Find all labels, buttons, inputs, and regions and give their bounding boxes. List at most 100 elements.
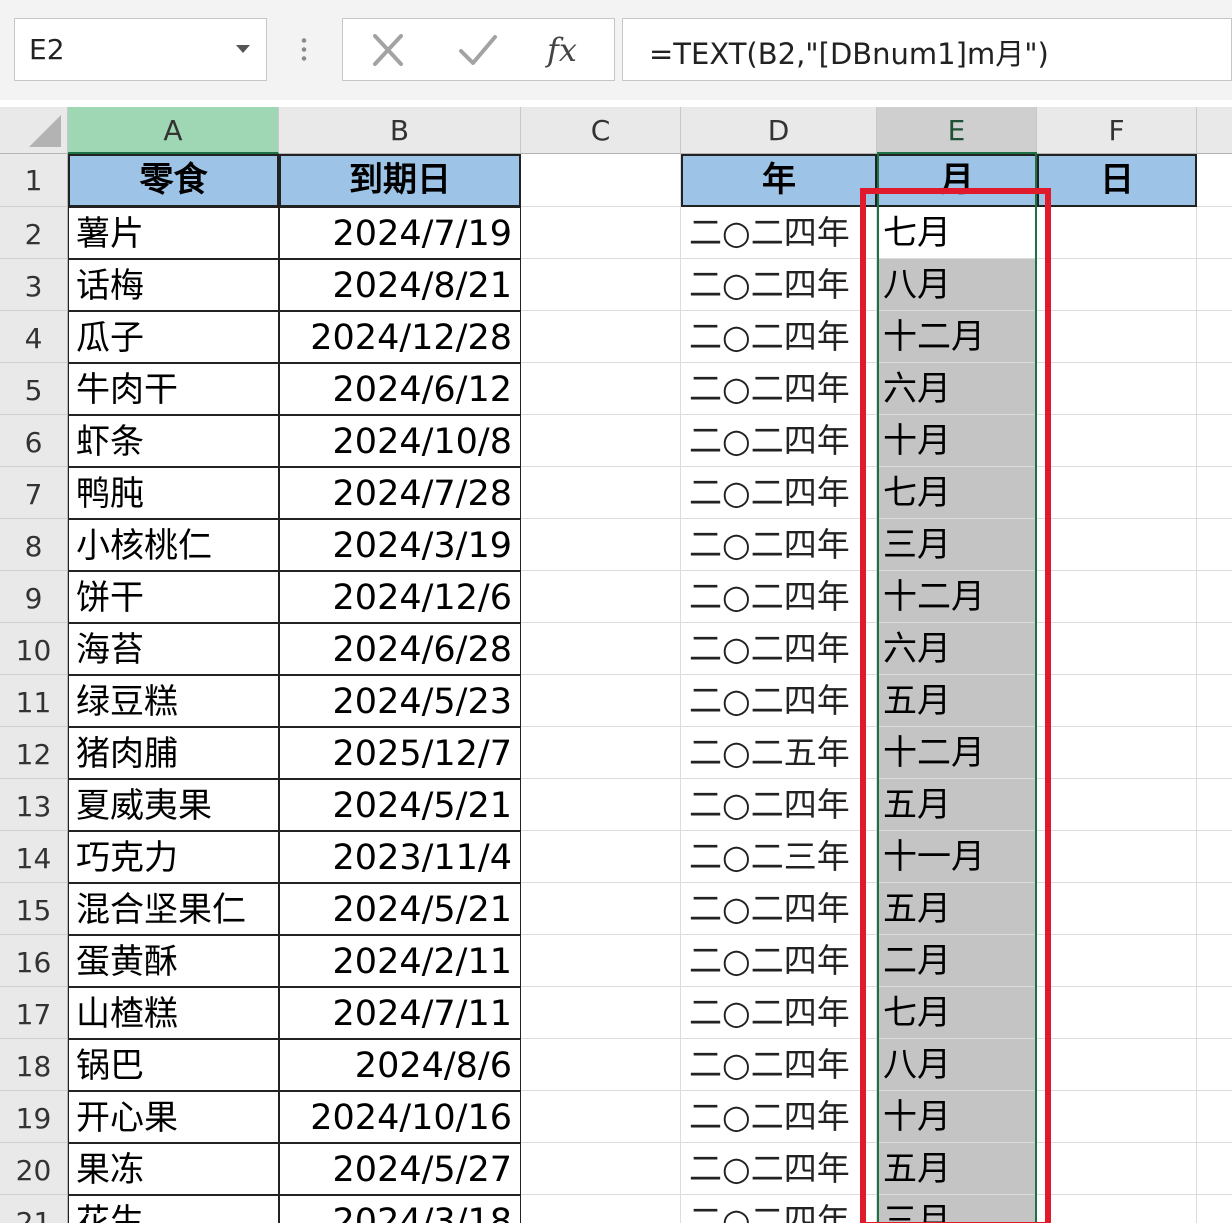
- month-cell[interactable]: 五月: [877, 883, 1037, 935]
- cell-g[interactable]: [1197, 883, 1232, 935]
- row-header[interactable]: 14: [0, 831, 68, 883]
- row-header[interactable]: 10: [0, 623, 68, 675]
- month-cell[interactable]: 十月: [877, 415, 1037, 467]
- row-header[interactable]: 1: [0, 154, 68, 207]
- cell-g[interactable]: [1197, 363, 1232, 415]
- month-cell[interactable]: 七月: [877, 987, 1037, 1039]
- header-cell-e[interactable]: 月: [877, 154, 1037, 207]
- year-cell[interactable]: 二○二四年: [681, 363, 877, 415]
- cell-c[interactable]: [521, 727, 681, 779]
- formula-input[interactable]: =TEXT(B2,"[DBnum1]m月"): [622, 18, 1232, 81]
- cell-f[interactable]: [1037, 623, 1197, 675]
- year-cell[interactable]: 二○二四年: [681, 623, 877, 675]
- row-header[interactable]: 13: [0, 779, 68, 831]
- cell-f[interactable]: [1037, 831, 1197, 883]
- date-cell[interactable]: 2024/2/11: [279, 935, 521, 987]
- cell-c[interactable]: [521, 1091, 681, 1143]
- column-header-a[interactable]: A: [68, 107, 279, 154]
- cell-g[interactable]: [1197, 1143, 1232, 1195]
- month-cell[interactable]: 五月: [877, 675, 1037, 727]
- snack-cell[interactable]: 鸭肫: [68, 467, 279, 519]
- cell-c[interactable]: [521, 675, 681, 727]
- cell-f[interactable]: [1037, 519, 1197, 571]
- snack-cell[interactable]: 夏威夷果: [68, 779, 279, 831]
- cell-c[interactable]: [521, 311, 681, 363]
- cell-f[interactable]: [1037, 571, 1197, 623]
- column-header-f[interactable]: F: [1037, 107, 1197, 154]
- date-cell[interactable]: 2024/7/19: [279, 207, 521, 259]
- row-header[interactable]: 17: [0, 987, 68, 1039]
- date-cell[interactable]: 2024/5/23: [279, 675, 521, 727]
- cell-f[interactable]: [1037, 675, 1197, 727]
- row-header[interactable]: 9: [0, 571, 68, 623]
- date-cell[interactable]: 2024/5/27: [279, 1143, 521, 1195]
- column-header-b[interactable]: B: [279, 107, 521, 154]
- date-cell[interactable]: 2024/3/18: [279, 1195, 521, 1223]
- cell-f[interactable]: [1037, 935, 1197, 987]
- month-cell[interactable]: 六月: [877, 623, 1037, 675]
- cell-f[interactable]: [1037, 467, 1197, 519]
- cell-c[interactable]: [521, 935, 681, 987]
- row-header[interactable]: 6: [0, 415, 68, 467]
- cell-g[interactable]: [1197, 311, 1232, 363]
- cell-c[interactable]: [521, 1143, 681, 1195]
- cell-g[interactable]: [1197, 519, 1232, 571]
- date-cell[interactable]: 2024/6/28: [279, 623, 521, 675]
- year-cell[interactable]: 二○二五年: [681, 727, 877, 779]
- snack-cell[interactable]: 小核桃仁: [68, 519, 279, 571]
- cell-c[interactable]: [521, 883, 681, 935]
- cell-c[interactable]: [521, 831, 681, 883]
- header-cell-b[interactable]: 到期日: [279, 154, 521, 207]
- month-cell[interactable]: 六月: [877, 363, 1037, 415]
- header-cell-f[interactable]: 日: [1037, 154, 1197, 207]
- name-box[interactable]: E2: [14, 18, 267, 81]
- cell-f[interactable]: [1037, 207, 1197, 259]
- cell-g[interactable]: [1197, 987, 1232, 1039]
- row-header[interactable]: 3: [0, 259, 68, 311]
- snack-cell[interactable]: 蛋黄酥: [68, 935, 279, 987]
- header-cell-d[interactable]: 年: [681, 154, 877, 207]
- cell-g[interactable]: [1197, 207, 1232, 259]
- row-header[interactable]: 21: [0, 1195, 68, 1223]
- snack-cell[interactable]: 果冻: [68, 1143, 279, 1195]
- year-cell[interactable]: 二○二三年: [681, 831, 877, 883]
- year-cell[interactable]: 二○二四年: [681, 987, 877, 1039]
- snack-cell[interactable]: 薯片: [68, 207, 279, 259]
- cell-g[interactable]: [1197, 935, 1232, 987]
- cell-c[interactable]: [521, 467, 681, 519]
- snack-cell[interactable]: 山楂糕: [68, 987, 279, 1039]
- cell-g[interactable]: [1197, 1091, 1232, 1143]
- month-cell[interactable]: 五月: [877, 779, 1037, 831]
- year-cell[interactable]: 二○二四年: [681, 259, 877, 311]
- month-cell[interactable]: 十二月: [877, 571, 1037, 623]
- snack-cell[interactable]: 锅巴: [68, 1039, 279, 1091]
- cell-f[interactable]: [1037, 1091, 1197, 1143]
- header-cell-a[interactable]: 零食: [68, 154, 279, 207]
- cell-g[interactable]: [1197, 154, 1232, 207]
- date-cell[interactable]: 2024/10/8: [279, 415, 521, 467]
- month-cell[interactable]: 五月: [877, 1143, 1037, 1195]
- year-cell[interactable]: 二○二四年: [681, 675, 877, 727]
- year-cell[interactable]: 二○二四年: [681, 415, 877, 467]
- column-header-c[interactable]: C: [521, 107, 681, 154]
- cell-f[interactable]: [1037, 415, 1197, 467]
- row-header[interactable]: 11: [0, 675, 68, 727]
- date-cell[interactable]: 2024/5/21: [279, 883, 521, 935]
- cell-g[interactable]: [1197, 623, 1232, 675]
- snack-cell[interactable]: 开心果: [68, 1091, 279, 1143]
- row-header[interactable]: 20: [0, 1143, 68, 1195]
- date-cell[interactable]: 2024/3/19: [279, 519, 521, 571]
- year-cell[interactable]: 二○二四年: [681, 1039, 877, 1091]
- snack-cell[interactable]: 绿豆糕: [68, 675, 279, 727]
- cell-g[interactable]: [1197, 1039, 1232, 1091]
- cancel-button[interactable]: [363, 27, 413, 73]
- month-cell[interactable]: 八月: [877, 1039, 1037, 1091]
- cell-f[interactable]: [1037, 1039, 1197, 1091]
- date-cell[interactable]: 2023/11/4: [279, 831, 521, 883]
- cell-c[interactable]: [521, 519, 681, 571]
- cell-c[interactable]: [521, 1039, 681, 1091]
- cell-f[interactable]: [1037, 1195, 1197, 1223]
- date-cell[interactable]: 2024/8/21: [279, 259, 521, 311]
- snack-cell[interactable]: 猪肉脯: [68, 727, 279, 779]
- cell-c[interactable]: [521, 207, 681, 259]
